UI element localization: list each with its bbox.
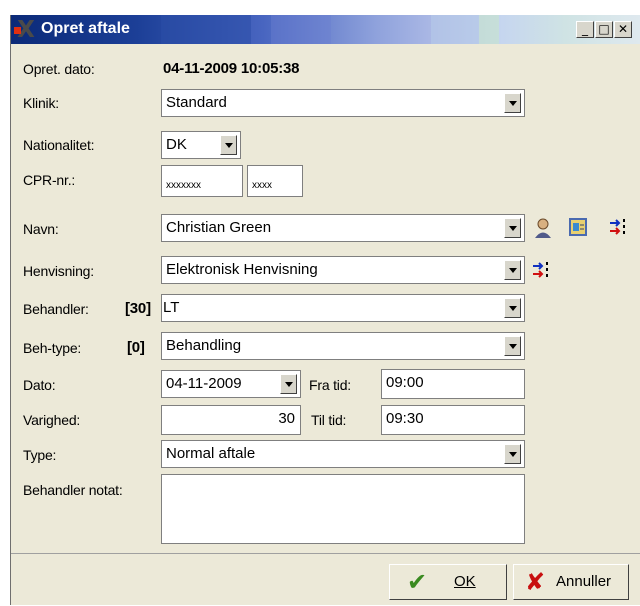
practitioner-select[interactable]: LT	[161, 294, 525, 322]
chevron-down-icon[interactable]	[504, 336, 521, 356]
chevron-down-icon[interactable]	[504, 298, 521, 318]
clinic-label: Klinik:	[23, 95, 59, 111]
type-select[interactable]: Normal aftale	[161, 440, 525, 468]
chevron-down-icon[interactable]	[220, 135, 237, 155]
maximize-button[interactable]: □	[595, 21, 613, 38]
type-label: Type:	[23, 447, 57, 463]
dialog-window: X Opret aftale _ □ ✕ Opret. dato: 04-11-…	[10, 15, 640, 605]
created-date-value: 04-11-2009 10:05:38	[163, 60, 300, 77]
cpr-second-input[interactable]: xxxx	[247, 165, 303, 197]
date-picker[interactable]: 04-11-2009	[161, 370, 301, 398]
from-time-value: 09:00	[386, 374, 424, 391]
cancel-button[interactable]: ✘ Annuller	[513, 564, 629, 600]
from-time-input[interactable]: 09:00	[381, 369, 525, 399]
cpr-first-value: xxxxxxx	[166, 180, 201, 191]
practitioner-code: [30]	[125, 300, 151, 317]
chevron-down-icon[interactable]	[504, 93, 521, 113]
referral-select[interactable]: Elektronisk Henvisning	[161, 256, 525, 284]
practitioner-note-label: Behandler notat:	[23, 482, 123, 498]
to-time-input[interactable]: 09:30	[381, 405, 525, 435]
date-value: 04-11-2009	[166, 375, 242, 392]
date-label: Dato:	[23, 377, 56, 393]
nationality-select[interactable]: DK	[161, 131, 241, 159]
to-time-value: 09:30	[386, 410, 424, 427]
referral-value: Elektronisk Henvisning	[166, 261, 318, 278]
button-bar: ✔ OK ✘ Annuller	[11, 553, 640, 606]
treatment-type-select[interactable]: Behandling	[161, 332, 525, 360]
ok-label: OK	[454, 573, 476, 590]
nationality-label: Nationalitet:	[23, 137, 95, 153]
created-date-label: Opret. dato:	[23, 61, 95, 77]
checkmark-icon: ✔	[406, 568, 428, 596]
cpr-first-input[interactable]: xxxxxxx	[161, 165, 243, 197]
ok-button[interactable]: ✔ OK	[389, 564, 507, 600]
type-value: Normal aftale	[166, 445, 256, 462]
name-select[interactable]: Christian Green	[161, 214, 525, 242]
card-icon[interactable]	[568, 216, 588, 238]
name-value: Christian Green	[166, 219, 272, 236]
treatment-type-label: Beh-type:	[23, 340, 82, 356]
transfer-icon[interactable]	[531, 259, 551, 281]
to-time-label: Til tid:	[311, 412, 347, 428]
close-button[interactable]: ✕	[614, 21, 632, 38]
app-x-icon: X	[14, 18, 38, 42]
window-title: Opret aftale	[41, 20, 130, 37]
clinic-value: Standard	[166, 94, 227, 111]
title-bar[interactable]: X Opret aftale _ □ ✕	[11, 15, 640, 44]
treatment-type-value: Behandling	[166, 337, 242, 354]
practitioner-value: LT	[163, 299, 180, 316]
from-time-label: Fra tid:	[309, 377, 351, 393]
minimize-button[interactable]: _	[576, 21, 594, 38]
duration-label: Varighed:	[23, 412, 81, 428]
referral-label: Henvisning:	[23, 263, 94, 279]
cancel-label: Annuller	[556, 573, 612, 590]
chevron-down-icon[interactable]	[504, 218, 521, 238]
name-label: Navn:	[23, 221, 59, 237]
cancel-x-icon: ✘	[524, 568, 546, 596]
duration-input[interactable]: 30	[161, 405, 301, 435]
transfer-icon[interactable]	[608, 216, 628, 238]
duration-value: 30	[278, 410, 295, 427]
chevron-down-icon[interactable]	[504, 444, 521, 464]
nationality-value: DK	[166, 136, 187, 153]
treatment-type-code: [0]	[127, 339, 145, 356]
practitioner-note-textarea[interactable]	[161, 474, 525, 544]
cpr-second-value: xxxx	[252, 180, 272, 191]
person-icon[interactable]	[533, 217, 553, 239]
chevron-down-icon[interactable]	[504, 260, 521, 280]
cpr-label: CPR-nr.:	[23, 172, 76, 188]
chevron-down-icon[interactable]	[280, 374, 297, 394]
practitioner-label: Behandler:	[23, 301, 89, 317]
clinic-select[interactable]: Standard	[161, 89, 525, 117]
